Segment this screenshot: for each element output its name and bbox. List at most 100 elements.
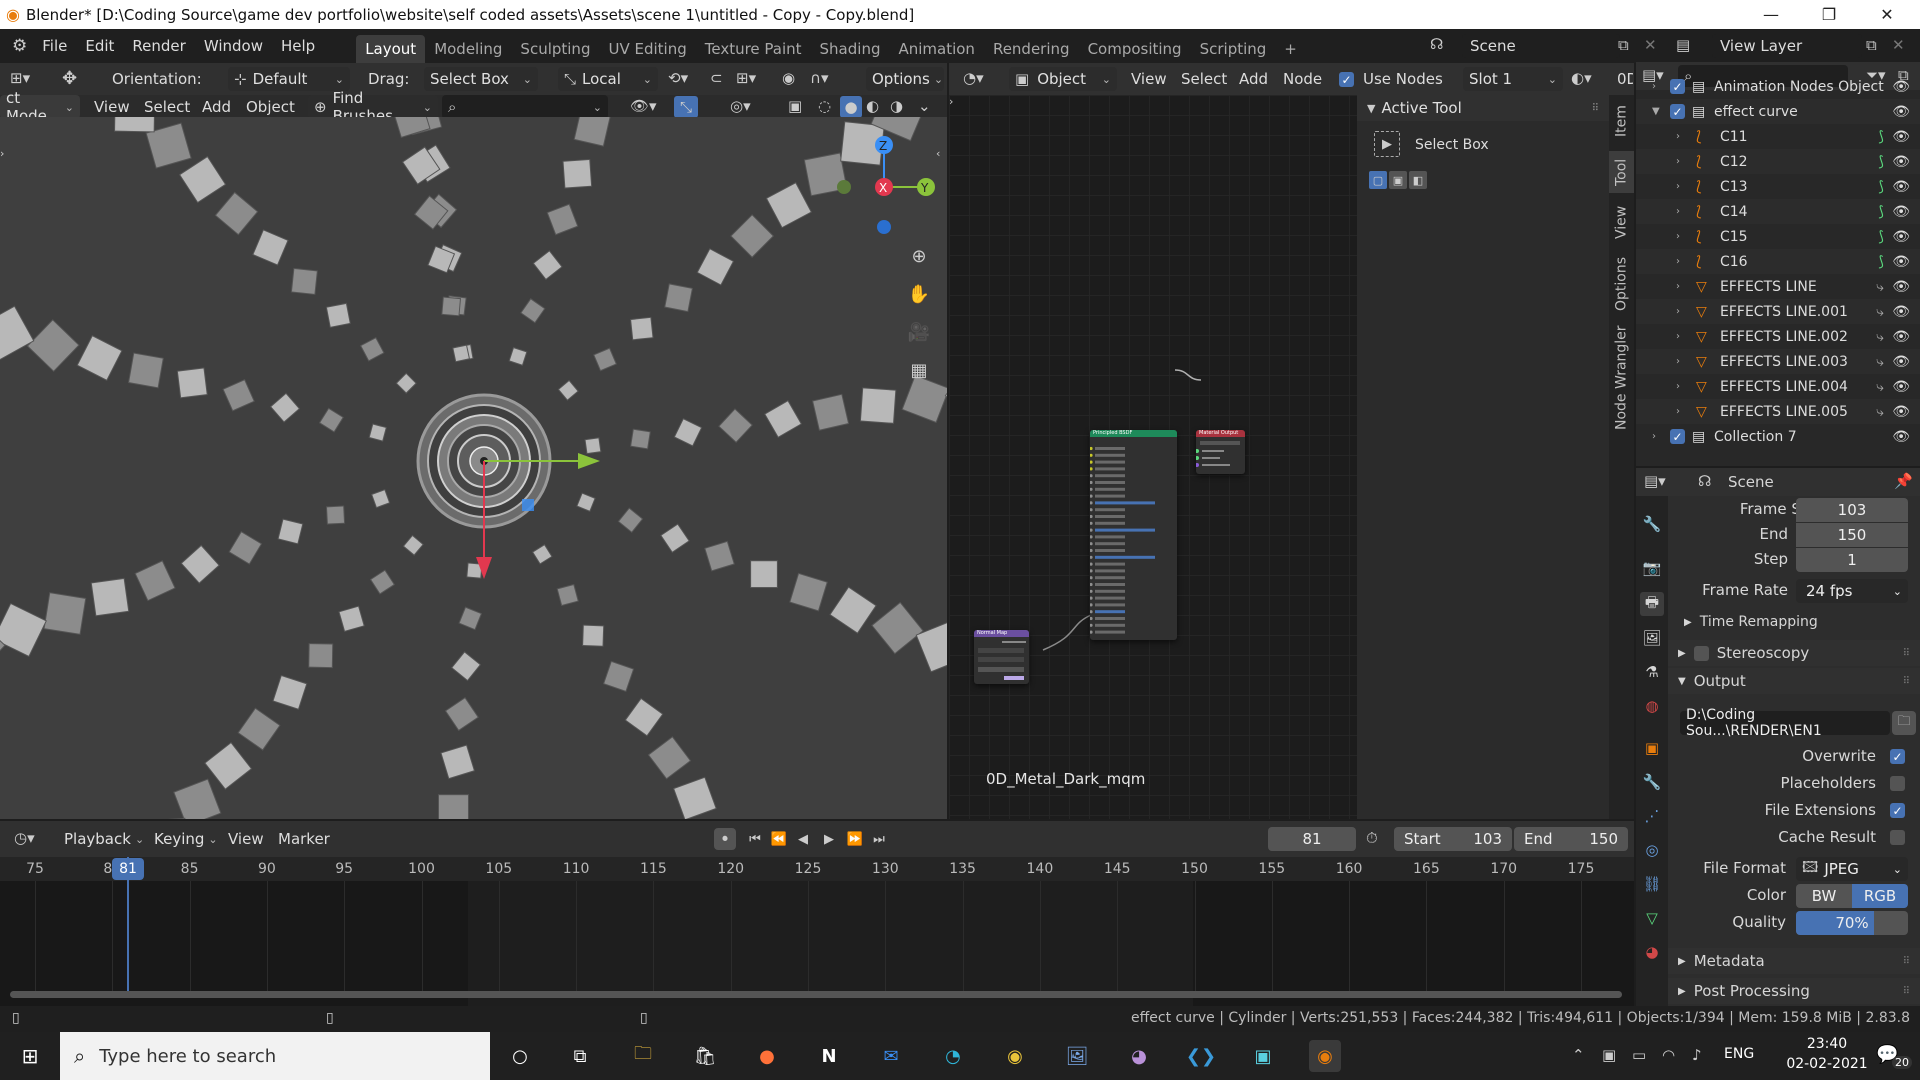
drag-handle-icon[interactable]: ⠿ (1903, 676, 1910, 687)
outliner-row[interactable]: › ▽ EFFECTS LINE.005 ⤷ 👁 (1636, 399, 1920, 424)
cache-result-checkbox[interactable] (1890, 830, 1905, 845)
material-output-node[interactable]: Material Output (1196, 430, 1245, 474)
metadata-panel[interactable]: ▶ Metadata ⠿ (1668, 948, 1920, 974)
expand-arrow-icon[interactable]: › (1676, 406, 1680, 417)
tab-view[interactable]: View (1609, 199, 1634, 245)
keying-dropdown[interactable]: Keying ⌄ (148, 827, 218, 851)
viewport-menu-object[interactable]: Object (246, 98, 295, 116)
expand-arrow-icon[interactable]: › (1676, 181, 1680, 192)
bsdf-input-socket[interactable] (1090, 446, 1093, 451)
visibility-eye-icon[interactable]: 👁 (1892, 304, 1910, 320)
expand-arrow-icon[interactable]: › (1676, 306, 1680, 317)
bsdf-input-socket[interactable] (1090, 610, 1093, 614)
outliner-row[interactable]: › ▽ EFFECTS LINE.004 ⤷ 👁 (1636, 374, 1920, 399)
outliner-row[interactable]: › ⟅ C16 ⟆ 👁 (1636, 249, 1920, 274)
world-tab-icon[interactable]: ◍ (1640, 694, 1664, 718)
slot-dropdown[interactable]: Slot 1 ⌄ (1463, 67, 1563, 91)
visibility-eye-icon[interactable]: 👁 (1892, 354, 1910, 370)
move-tool-icon[interactable]: ✥ (62, 68, 77, 89)
timer-icon[interactable]: ⏱ (1366, 829, 1378, 847)
firefox-icon[interactable]: ● (751, 1040, 783, 1072)
bsdf-input-row[interactable] (1095, 555, 1155, 559)
new-view-layer-icon[interactable]: ⧉ (1866, 36, 1877, 54)
output-tab-icon[interactable]: 🖶 (1640, 592, 1664, 616)
maximize-button[interactable]: ❐ (1806, 0, 1852, 29)
bsdf-input-row[interactable] (1095, 583, 1125, 586)
drag-handle-icon[interactable]: ⠿ (1903, 956, 1910, 967)
outliner-row[interactable]: › ✓ ▤ Animation Nodes Object 👁 (1636, 74, 1920, 99)
bsdf-input-row[interactable] (1095, 630, 1125, 634)
expand-arrow-icon[interactable]: › (1676, 331, 1680, 342)
particles-tab-icon[interactable]: ⋰ (1640, 804, 1664, 828)
menu-window[interactable]: Window (195, 37, 272, 55)
snap-icon[interactable]: ⊂ (710, 69, 723, 87)
frame-end-field[interactable]: 150 (1796, 523, 1908, 547)
blender-menu-icon[interactable]: ⚙ (12, 36, 27, 56)
material-name-short[interactable]: 0D (1617, 70, 1633, 88)
cortana-icon[interactable]: ○ (504, 1040, 536, 1072)
tab-item[interactable]: Item (1609, 97, 1634, 145)
editor-type-icon[interactable]: ⊞▾ (10, 69, 30, 87)
exclude-checkbox[interactable]: ✓ (1670, 79, 1685, 94)
folder-icon[interactable]: 🗀 (1892, 711, 1916, 735)
bsdf-input-socket[interactable] (1090, 467, 1093, 471)
select-box-tool-icon[interactable]: ▶ (1374, 131, 1400, 157)
outliner-row[interactable]: › ▽ EFFECTS LINE.003 ⤷ 👁 (1636, 349, 1920, 374)
rendered-shading-icon[interactable]: ◑ (890, 97, 903, 115)
bsdf-input-row[interactable] (1095, 576, 1125, 580)
perspective-grid-icon[interactable]: ▦ (906, 357, 932, 383)
outliner-row[interactable]: › ▽ EFFECTS LINE.001 ⤷ 👁 (1636, 299, 1920, 324)
scene-selector[interactable]: Scene (1462, 34, 1620, 58)
close-button[interactable]: ✕ (1864, 0, 1910, 29)
node-menu-select[interactable]: Select (1181, 70, 1227, 88)
overwrite-checkbox[interactable]: ✓ (1890, 749, 1905, 764)
tray-device-icon[interactable]: ▣ (1602, 1046, 1616, 1064)
node-menu-view[interactable]: View (1131, 70, 1167, 88)
tab-modeling[interactable]: Modeling (425, 35, 511, 63)
material-tab-icon[interactable]: ◕ (1640, 940, 1664, 964)
expand-arrow-icon[interactable]: › (1676, 156, 1680, 167)
chrome-icon[interactable]: ◉ (999, 1040, 1031, 1072)
tab-compositing[interactable]: Compositing (1079, 35, 1191, 63)
exclude-checkbox[interactable]: ✓ (1670, 104, 1685, 119)
frame-step-field[interactable]: 1 (1796, 548, 1908, 572)
tab-layout[interactable]: Layout (356, 35, 426, 63)
select-mode-extend-icon[interactable]: ▣ (1389, 171, 1407, 189)
zoom-icon[interactable]: ⊕ (906, 243, 932, 269)
select-mode-new-icon[interactable]: ▢ (1369, 171, 1387, 189)
outliner-row[interactable]: › ⟅ C12 ⟆ 👁 (1636, 149, 1920, 174)
bsdf-input-socket[interactable] (1090, 501, 1093, 505)
bsdf-input-socket[interactable] (1090, 453, 1093, 457)
tool-tab-icon[interactable]: 🔧 (1640, 512, 1664, 536)
outliner-row[interactable]: ▼ ✓ ▤ effect curve 👁 (1636, 99, 1920, 124)
visibility-eye-icon[interactable]: 👁 (1892, 104, 1910, 120)
solid-shading-icon[interactable]: ● (840, 96, 862, 118)
bsdf-input-socket[interactable] (1090, 623, 1093, 627)
file-format-dropdown[interactable]: 🖾 JPEG ⌄ (1796, 857, 1908, 881)
bsdf-input-row[interactable] (1095, 542, 1125, 546)
playhead-frame-badge[interactable]: 81 (112, 858, 144, 880)
properties-type-icon[interactable]: ▤▾ (1644, 472, 1666, 490)
clock-time[interactable]: 23:40 (1792, 1036, 1862, 1052)
outliner-row[interactable]: › ⟅ C15 ⟆ 👁 (1636, 224, 1920, 249)
start-frame-field[interactable]: Start 103 (1394, 827, 1512, 851)
use-nodes-checkbox[interactable]: ✓ (1339, 72, 1354, 87)
viewport-menu-add[interactable]: Add (202, 98, 231, 116)
exclude-checkbox[interactable]: ✓ (1670, 429, 1685, 444)
output-panel-header[interactable]: ▼ Output ⠿ (1668, 668, 1920, 694)
bsdf-input-row[interactable] (1095, 521, 1125, 525)
principled-bsdf-node[interactable]: Principled BSDF (1090, 430, 1177, 640)
playback-dropdown[interactable]: Playback ⌄ (58, 827, 144, 851)
volume-icon[interactable]: ♪ (1692, 1046, 1702, 1064)
delete-scene-icon[interactable]: ✕ (1644, 36, 1657, 54)
falloff-icon[interactable]: ∩▾ (810, 69, 829, 87)
bsdf-input-row[interactable] (1095, 535, 1125, 539)
time-remapping-panel[interactable]: ▶ Time Remapping (1674, 610, 1920, 634)
taskbar-search-box[interactable]: ⌕ Type here to search (60, 1032, 490, 1080)
visibility-eye-icon[interactable]: 👁 (1892, 79, 1910, 95)
bsdf-input-socket[interactable] (1090, 569, 1093, 573)
timeline-menu-marker[interactable]: Marker (278, 830, 330, 848)
bsdf-input-row[interactable] (1095, 562, 1125, 566)
viewport-search[interactable]: ⌕ ⌄ (442, 95, 608, 119)
post-processing-panel[interactable]: ▶ Post Processing ⠿ (1668, 978, 1920, 1004)
